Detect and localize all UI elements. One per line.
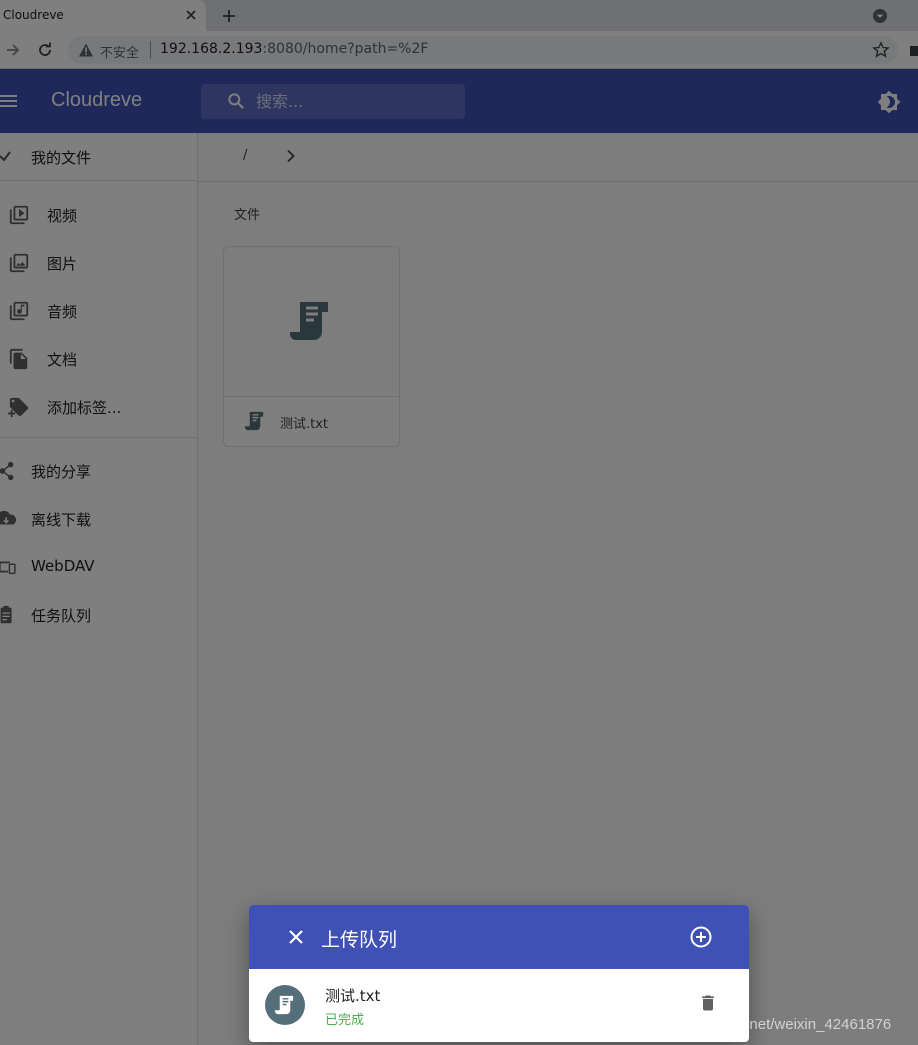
file-avatar (265, 985, 305, 1025)
upload-item-name: 测试.txt (325, 987, 381, 1005)
watermark: https://blog.csdn.net/weixin_42461876 (636, 1016, 892, 1033)
add-circle-icon[interactable] (689, 925, 713, 949)
close-icon[interactable] (285, 926, 307, 948)
modal-backdrop[interactable] (0, 0, 918, 1045)
dialog-title: 上传队列 (321, 929, 398, 951)
upload-item-status: 已完成 (325, 1013, 365, 1028)
text-file-icon (274, 995, 294, 1015)
delete-icon[interactable] (698, 993, 718, 1013)
